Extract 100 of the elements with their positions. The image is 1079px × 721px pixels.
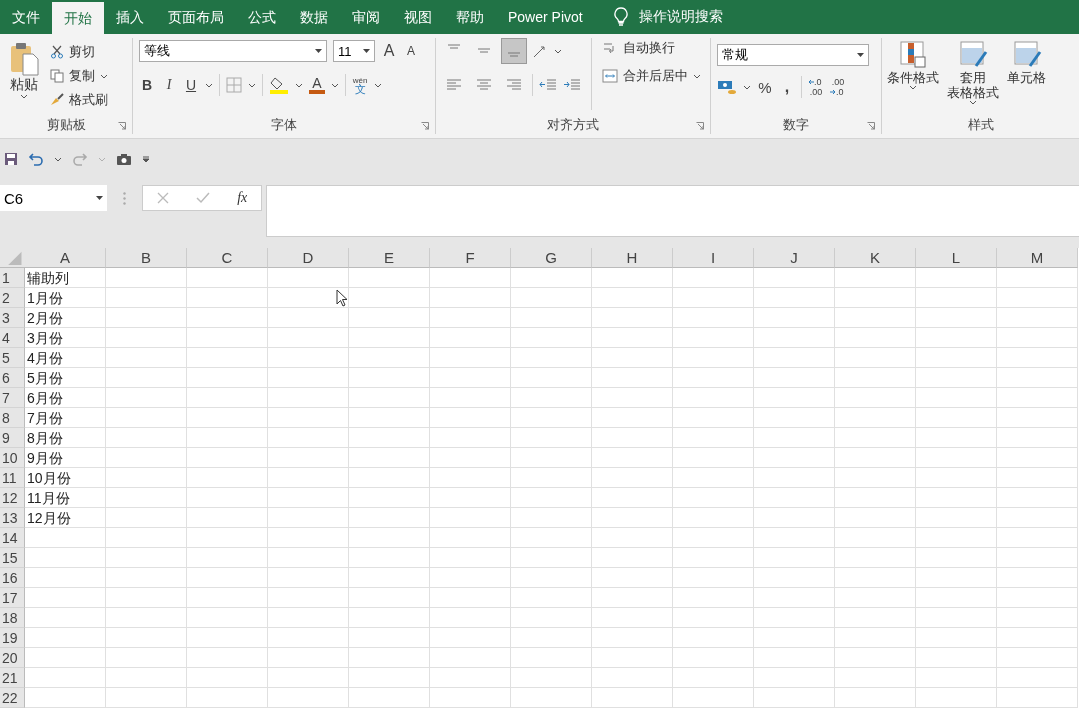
italic-button[interactable]: I <box>161 77 177 93</box>
row-header[interactable]: 3 <box>0 308 25 328</box>
caret-icon[interactable] <box>331 82 339 88</box>
column-header[interactable]: E <box>349 248 430 268</box>
row-header[interactable]: 19 <box>0 628 25 648</box>
row-header[interactable]: 11 <box>0 468 25 488</box>
clipboard-button[interactable]: 格式刷 <box>50 90 108 110</box>
column-header[interactable]: C <box>187 248 268 268</box>
dialog-launcher-icon[interactable] <box>696 122 704 130</box>
style-button[interactable]: 条件格式 <box>884 38 942 116</box>
column-header[interactable]: A <box>25 248 106 268</box>
dialog-launcher-icon[interactable] <box>867 122 875 130</box>
clipboard-button[interactable]: 剪切 <box>50 42 108 62</box>
name-box[interactable]: C6 <box>0 185 107 211</box>
column-header[interactable]: F <box>430 248 511 268</box>
row-header[interactable]: 9 <box>0 428 25 448</box>
bold-button[interactable]: B <box>139 77 155 93</box>
row-header[interactable]: 14 <box>0 528 25 548</box>
ribbon-tab[interactable]: 页面布局 <box>156 0 236 34</box>
ribbon-tab[interactable]: 公式 <box>236 0 288 34</box>
font-name-field[interactable]: 等线 <box>139 40 327 62</box>
drag-handle-icon[interactable] <box>123 192 126 205</box>
wrap-text-button[interactable]: 自动换行 <box>602 38 701 58</box>
currency-icon[interactable] <box>717 78 737 96</box>
row-header[interactable]: 2 <box>0 288 25 308</box>
caret-icon[interactable] <box>54 156 62 162</box>
clipboard-button[interactable]: 复制 <box>50 66 108 86</box>
ribbon-tab[interactable]: 帮助 <box>444 0 496 34</box>
style-button[interactable]: 套用 表格格式 <box>944 38 1002 116</box>
ribbon-tab[interactable]: 插入 <box>104 0 156 34</box>
row-header[interactable]: 10 <box>0 448 25 468</box>
column-header[interactable]: H <box>592 248 673 268</box>
undo-icon[interactable] <box>28 152 44 166</box>
caret-icon[interactable] <box>295 82 303 88</box>
ribbon-tab[interactable]: 开始 <box>52 2 104 34</box>
row-header[interactable]: 5 <box>0 348 25 368</box>
comma-button[interactable]: , <box>779 78 795 96</box>
row-header[interactable]: 16 <box>0 568 25 588</box>
ribbon-tab[interactable]: 数据 <box>288 0 340 34</box>
caret-icon[interactable] <box>100 73 108 79</box>
fill-color-icon[interactable] <box>269 76 289 94</box>
save-icon[interactable] <box>4 152 18 166</box>
increase-indent-icon[interactable] <box>563 77 581 93</box>
column-header[interactable]: D <box>268 248 349 268</box>
decrease-indent-icon[interactable] <box>539 77 557 93</box>
text-orientation-icon[interactable] <box>532 43 548 59</box>
row-header[interactable]: 22 <box>0 688 25 708</box>
row-header[interactable]: 12 <box>0 488 25 508</box>
caret-icon[interactable] <box>554 48 562 54</box>
camera-icon[interactable] <box>116 152 132 166</box>
phonetic-guide-button[interactable]: wén 文 <box>352 76 368 94</box>
caret-icon[interactable] <box>248 82 256 88</box>
decrease-font-button[interactable]: A <box>403 44 419 58</box>
dropdown-arrow-icon[interactable] <box>315 49 322 53</box>
paste-button[interactable]: 粘贴 <box>6 38 42 116</box>
caret-icon[interactable] <box>743 84 751 90</box>
column-header[interactable]: G <box>511 248 592 268</box>
underline-button[interactable]: U <box>183 77 199 93</box>
font-size-field[interactable]: 11 <box>333 40 375 62</box>
decrease-decimal-button[interactable]: .00 .0 <box>830 77 846 97</box>
row-header[interactable]: 21 <box>0 668 25 688</box>
column-header[interactable]: B <box>106 248 187 268</box>
font-color-button[interactable]: A <box>309 76 325 94</box>
increase-font-button[interactable]: A <box>381 42 397 60</box>
row-header[interactable]: 1 <box>0 268 25 288</box>
row-header[interactable]: 7 <box>0 388 25 408</box>
number-format-field[interactable]: 常规 <box>717 44 869 66</box>
dialog-launcher-icon[interactable] <box>118 122 126 130</box>
caret-icon[interactable] <box>909 85 917 90</box>
insert-function-button[interactable]: fx <box>237 190 248 206</box>
merge-center-button[interactable]: 合并后居中 <box>602 66 701 86</box>
ribbon-tab[interactable]: Power Pivot <box>496 0 595 34</box>
row-header[interactable]: 15 <box>0 548 25 568</box>
column-header[interactable]: K <box>835 248 916 268</box>
caret-icon[interactable] <box>205 82 213 88</box>
ribbon-tab[interactable]: 视图 <box>392 0 444 34</box>
row-header[interactable]: 18 <box>0 608 25 628</box>
formula-input-field[interactable] <box>266 185 1079 237</box>
ribbon-tab[interactable]: 审阅 <box>340 0 392 34</box>
column-header[interactable]: I <box>673 248 754 268</box>
caret-icon[interactable] <box>693 73 701 79</box>
column-header[interactable]: L <box>916 248 997 268</box>
caret-icon[interactable] <box>20 94 28 99</box>
dropdown-arrow-icon[interactable] <box>96 196 103 200</box>
ribbon-tab[interactable]: 文件 <box>0 0 52 34</box>
row-header[interactable]: 13 <box>0 508 25 528</box>
column-header[interactable]: J <box>754 248 835 268</box>
percent-button[interactable]: % <box>757 78 773 96</box>
increase-decimal-button[interactable]: .0 .00 <box>808 77 824 97</box>
style-button[interactable]: 单元格 <box>1004 38 1049 116</box>
check-icon[interactable] <box>195 192 210 204</box>
row-header[interactable]: 6 <box>0 368 25 388</box>
row-header[interactable]: 20 <box>0 648 25 668</box>
dropdown-arrow-icon[interactable] <box>363 49 370 53</box>
row-header[interactable]: 4 <box>0 328 25 348</box>
row-header[interactable]: 8 <box>0 408 25 428</box>
tell-me-search[interactable]: 操作说明搜索 <box>638 8 723 26</box>
caret-icon[interactable] <box>969 100 977 105</box>
caret-icon[interactable] <box>374 82 382 88</box>
row-header[interactable]: 17 <box>0 588 25 608</box>
